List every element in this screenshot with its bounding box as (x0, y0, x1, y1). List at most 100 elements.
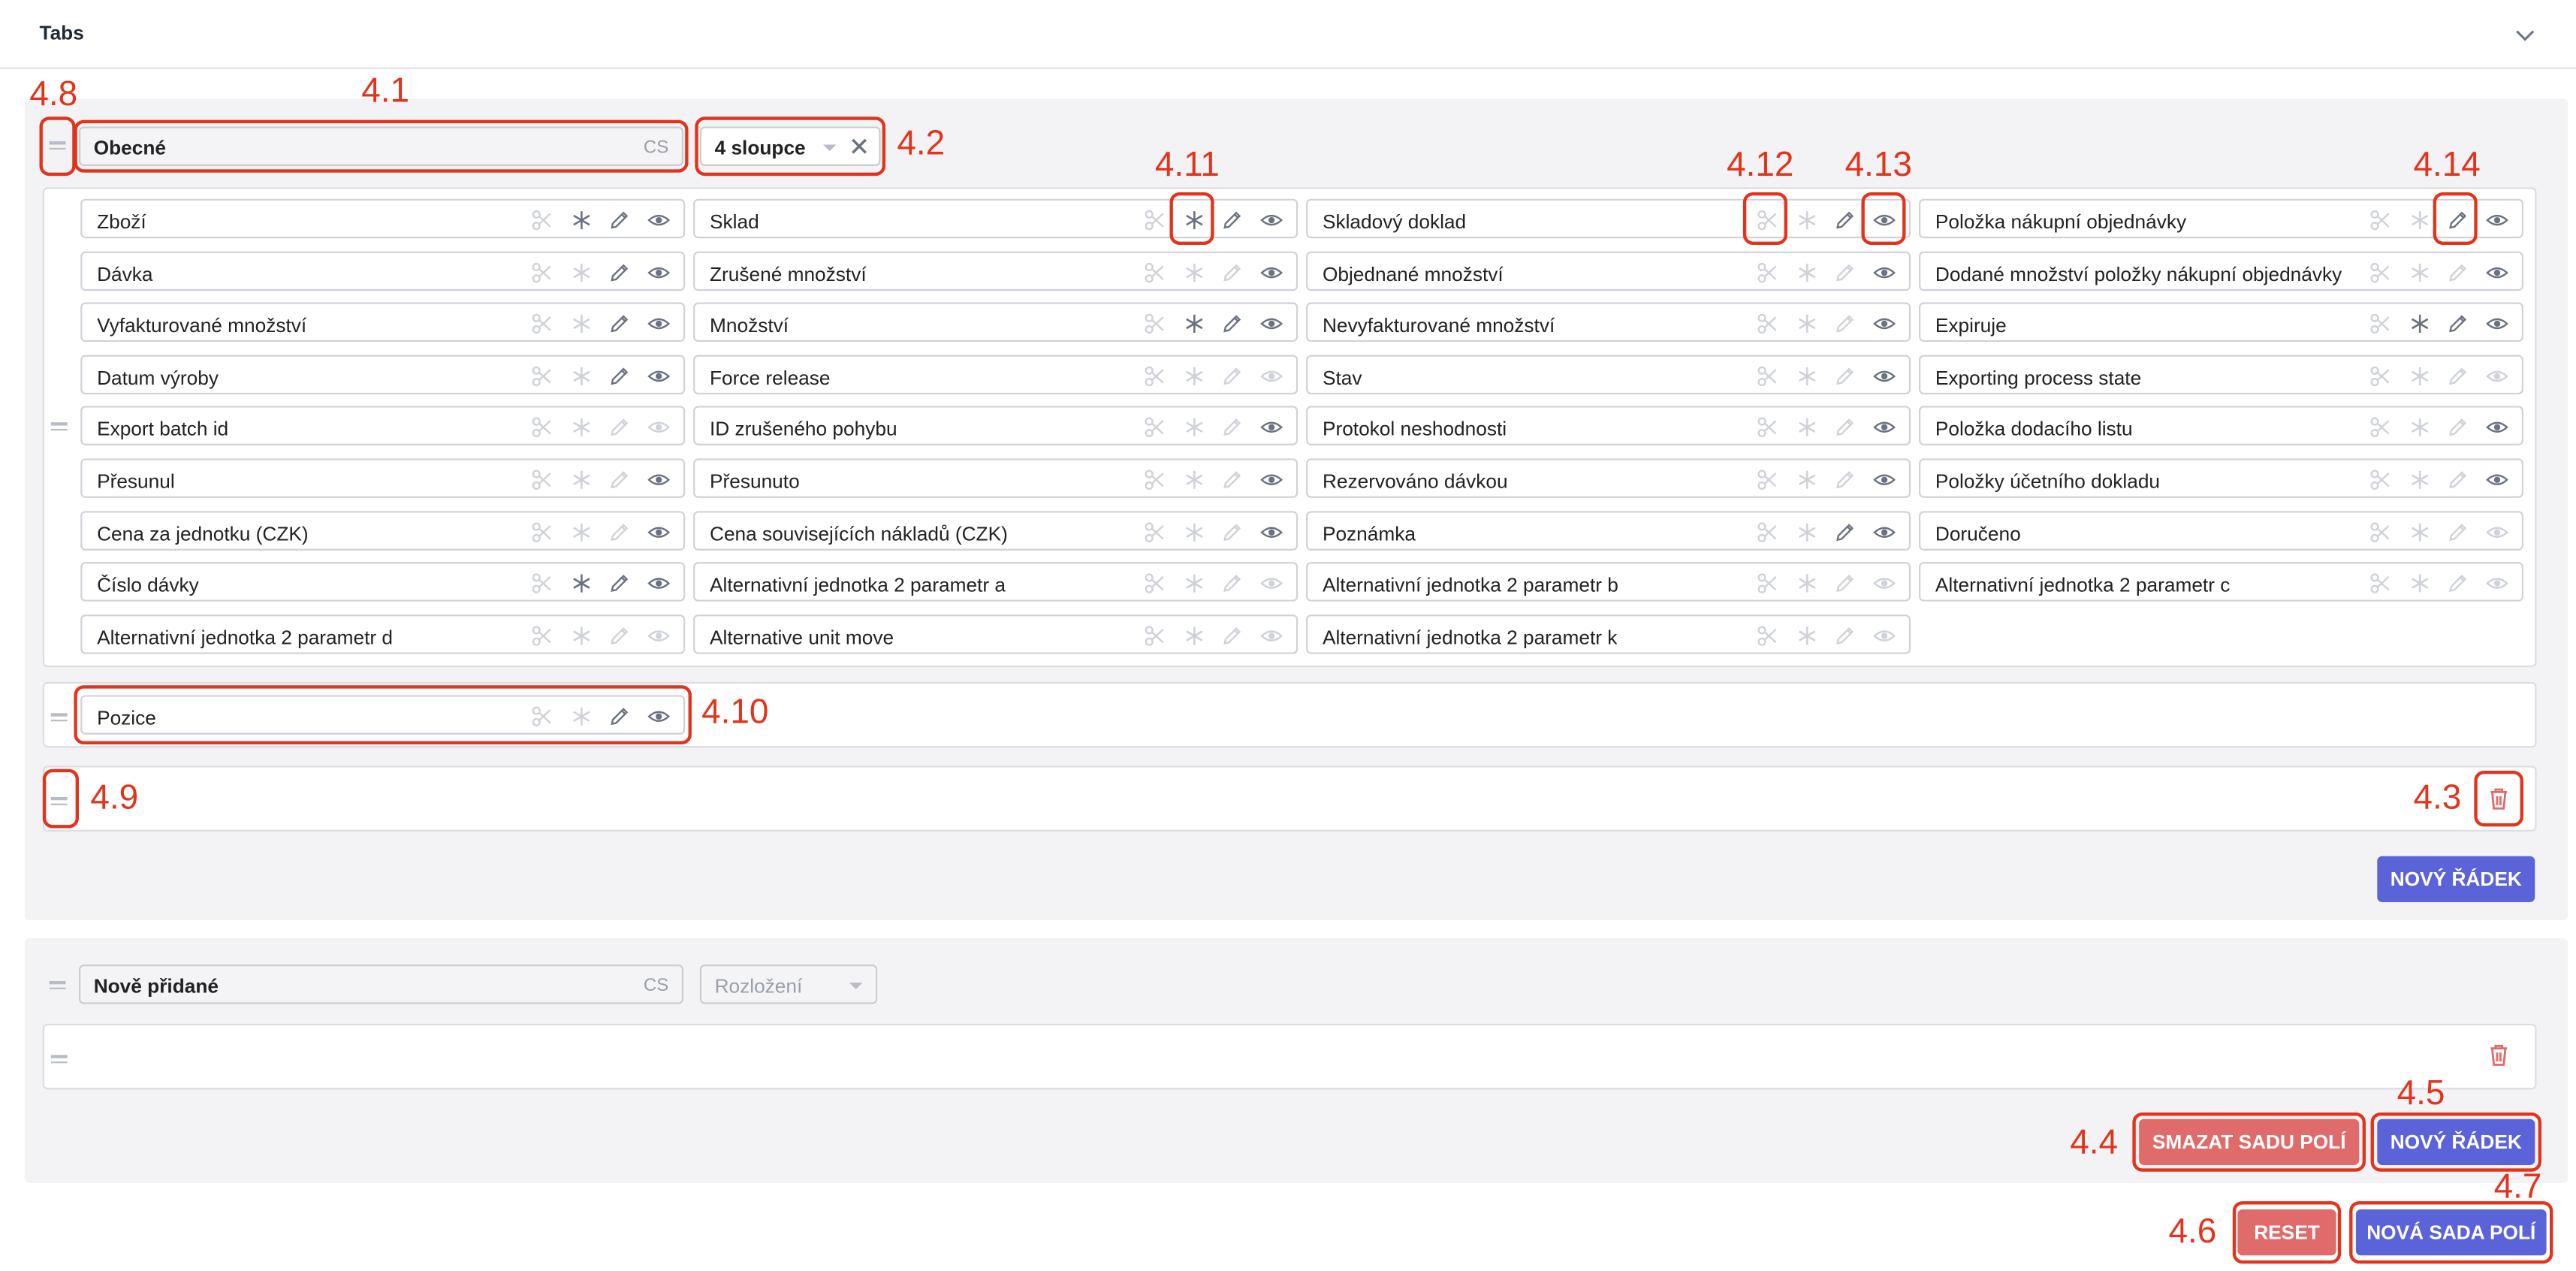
eye-icon[interactable] (1872, 416, 1896, 439)
asterisk-icon[interactable] (569, 209, 593, 232)
field-item[interactable]: Stav (1306, 355, 1911, 394)
asterisk-icon[interactable] (569, 521, 593, 544)
pencil-icon[interactable] (2446, 416, 2469, 439)
pencil-icon[interactable] (1833, 416, 1857, 439)
eye-icon[interactable] (1259, 261, 1283, 284)
asterisk-icon[interactable] (569, 261, 593, 284)
field-item[interactable]: Alternativní jednotka 2 parametr d (80, 614, 686, 654)
set-name-input-2[interactable]: Nově přidané CS (79, 965, 683, 1004)
field-item[interactable]: Položky účetního dokladu (1919, 458, 2523, 498)
pencil-icon[interactable] (608, 624, 631, 648)
asterisk-icon[interactable] (569, 624, 593, 648)
pencil-icon[interactable] (2446, 261, 2469, 284)
drag-handle-icon[interactable] (50, 419, 68, 436)
eye-icon[interactable] (1259, 521, 1283, 544)
eye-icon[interactable] (1259, 624, 1283, 648)
field-item[interactable]: Alternative unit move (693, 614, 1299, 654)
asterisk-icon[interactable] (1795, 572, 1818, 596)
asterisk-icon[interactable] (1795, 364, 1818, 388)
pencil-icon[interactable] (1833, 261, 1857, 284)
field-item[interactable]: Alternativní jednotka 2 parametr c (1919, 562, 2523, 602)
tabs-header[interactable]: Tabs (0, 0, 2576, 69)
field-item[interactable]: Číslo dávky (80, 562, 686, 602)
pencil-icon[interactable] (1220, 209, 1244, 232)
field-item[interactable]: Přesunul (80, 458, 686, 498)
pencil-icon[interactable] (1833, 521, 1857, 544)
pencil-icon[interactable] (1833, 364, 1857, 388)
asterisk-icon[interactable] (1795, 209, 1818, 232)
asterisk-icon[interactable] (1795, 521, 1818, 544)
eye-icon[interactable] (2484, 261, 2508, 284)
pencil-icon[interactable] (1833, 572, 1857, 596)
eye-icon[interactable] (1259, 312, 1283, 336)
asterisk-icon[interactable] (1795, 261, 1818, 284)
asterisk-icon[interactable] (1182, 624, 1205, 648)
eye-icon[interactable] (647, 312, 670, 336)
asterisk-icon[interactable] (1795, 312, 1818, 336)
field-item[interactable]: Doručeno (1919, 510, 2523, 550)
scissors-icon[interactable] (531, 364, 554, 388)
field-item[interactable]: Datum výroby (80, 355, 686, 394)
field-item[interactable]: Dodané množství položky nákupní objednáv… (1919, 250, 2523, 291)
eye-icon[interactable] (1259, 416, 1283, 439)
pencil-icon[interactable] (608, 364, 631, 388)
pencil-icon[interactable] (1220, 468, 1244, 491)
scissors-icon[interactable] (2369, 468, 2392, 491)
pencil-icon[interactable] (1220, 364, 1244, 388)
eye-icon[interactable] (2484, 312, 2508, 336)
pencil-icon[interactable] (1220, 572, 1244, 596)
eye-icon[interactable] (2484, 572, 2508, 596)
scissors-icon[interactable] (1756, 416, 1779, 439)
pencil-icon[interactable] (608, 312, 631, 336)
pencil-icon[interactable] (2446, 521, 2469, 544)
asterisk-icon[interactable] (569, 572, 593, 596)
field-item[interactable]: Zboží (80, 198, 686, 239)
eye-icon[interactable] (2484, 209, 2508, 232)
scissors-icon[interactable] (1756, 572, 1779, 596)
asterisk-icon[interactable] (569, 416, 593, 439)
eye-icon[interactable] (2484, 416, 2508, 439)
pencil-icon[interactable] (608, 416, 631, 439)
eye-icon[interactable] (647, 209, 670, 232)
eye-icon[interactable] (1872, 572, 1896, 596)
eye-icon[interactable] (2484, 364, 2508, 388)
new-row-button[interactable]: NOVÝ ŘÁDEK (2377, 856, 2535, 902)
eye-icon[interactable] (1872, 624, 1896, 648)
scissors-icon[interactable] (1756, 468, 1779, 491)
scissors-icon[interactable] (1144, 521, 1167, 544)
scissors-icon[interactable] (531, 312, 554, 336)
field-item[interactable]: Poznámka (1306, 510, 1911, 550)
scissors-icon[interactable] (1756, 312, 1779, 336)
field-item[interactable]: Položka dodacího listu (1919, 406, 2523, 446)
pencil-icon[interactable] (1833, 312, 1857, 336)
asterisk-icon[interactable] (1182, 261, 1205, 284)
scissors-icon[interactable] (531, 416, 554, 439)
pencil-icon[interactable] (1220, 261, 1244, 284)
pencil-icon[interactable] (1220, 624, 1244, 648)
field-item[interactable]: Protokol neshodnosti (1306, 406, 1911, 446)
asterisk-icon[interactable] (2408, 416, 2431, 439)
eye-icon[interactable] (1872, 521, 1896, 544)
asterisk-icon[interactable] (2408, 209, 2431, 232)
scissors-icon[interactable] (1144, 209, 1167, 232)
pencil-icon[interactable] (2446, 572, 2469, 596)
field-item[interactable]: Alternativní jednotka 2 parametr k (1306, 614, 1911, 654)
scissors-icon[interactable] (531, 209, 554, 232)
eye-icon[interactable] (1259, 572, 1283, 596)
scissors-icon[interactable] (2369, 572, 2392, 596)
asterisk-icon[interactable] (569, 312, 593, 336)
asterisk-icon[interactable] (2408, 468, 2431, 491)
field-item[interactable]: Přesunuto (693, 458, 1299, 498)
asterisk-icon[interactable] (569, 468, 593, 491)
asterisk-icon[interactable] (1182, 364, 1205, 388)
scissors-icon[interactable] (531, 261, 554, 284)
scissors-icon[interactable] (1756, 521, 1779, 544)
layout-select-2[interactable]: Rozložení (699, 965, 878, 1004)
field-item[interactable]: Alternativní jednotka 2 parametr b (1306, 562, 1911, 602)
field-item[interactable]: Zrušené množství (693, 250, 1299, 291)
drag-handle-icon[interactable] (49, 978, 66, 995)
eye-icon[interactable] (1259, 364, 1283, 388)
scissors-icon[interactable] (531, 624, 554, 648)
asterisk-icon[interactable] (1182, 468, 1205, 491)
pencil-icon[interactable] (608, 209, 631, 232)
